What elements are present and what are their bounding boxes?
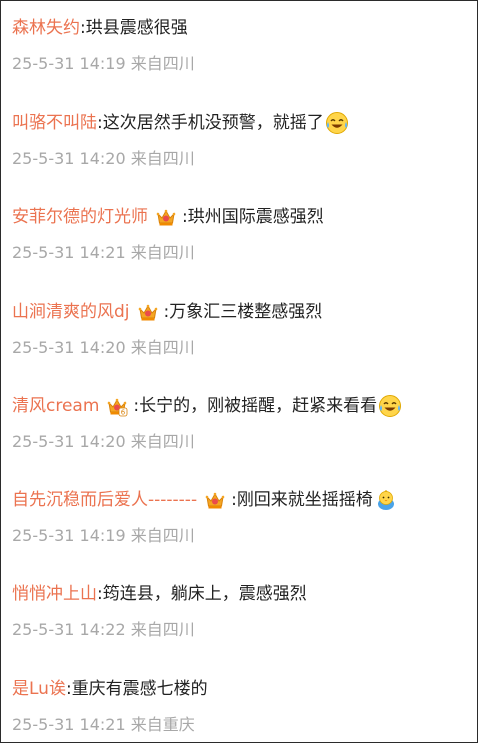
comment-time: 25-5-31 14:20 <box>12 338 126 357</box>
comment-time: 25-5-31 14:21 <box>12 243 126 262</box>
comment-text: 这次居然手机没预警，就摇了 <box>102 113 324 133</box>
comment-time: 25-5-31 14:20 <box>12 149 126 168</box>
comment-time: 25-5-31 14:19 <box>12 526 126 545</box>
comment-item: 是Lu诶: 重庆有震感七楼的 25-5-31 14:21 来自重庆 <box>12 676 471 742</box>
comment-time: 25-5-31 14:21 <box>12 715 126 734</box>
comment-username[interactable]: 悄悄冲上山 <box>12 581 97 607</box>
comment-text: 珙县震感很强 <box>85 18 188 38</box>
comment-username[interactable]: 叫骆不叫陆 <box>12 110 97 136</box>
comment-location: 来自四川 <box>130 149 195 168</box>
crown-badge-icon[interactable]: 6 <box>106 395 128 417</box>
comment-item: 安菲尔德的灯光师 : 珙州国际震感强烈 25-5-31 14:21 来自四川 <box>12 204 471 274</box>
crown-badge-icon[interactable] <box>204 489 226 511</box>
comment-text: 筠连县，躺床上，震感强烈 <box>102 584 307 604</box>
comment-location: 来自四川 <box>130 54 195 73</box>
comment-time: 25-5-31 14:20 <box>12 432 126 451</box>
comment-location: 来自四川 <box>130 526 195 545</box>
comment-text: 长宁的，刚被摇醒，赶紧来看看 <box>139 396 378 416</box>
laugh-cry-icon <box>378 394 402 418</box>
comment-item: 清风cream 6 : 长宁的，刚被摇醒，赶紧来看看 25-5-31 14:20 … <box>12 393 471 463</box>
badge-level: 6 <box>121 409 126 417</box>
comment-list: 森林失约: 珙县震感很强 25-5-31 14:19 来自四川 叫骆不叫陆: 这次居… <box>0 0 478 743</box>
comment-username[interactable]: 安菲尔德的灯光师 <box>12 204 148 230</box>
comment-time: 25-5-31 14:22 <box>12 620 126 639</box>
comment-item: 山涧清爽的风dj : 万象汇三楼整感强烈 25-5-31 14:20 来自四川 <box>12 299 471 369</box>
comment-location: 来自四川 <box>130 620 195 639</box>
comment-text: 珙州国际震感强烈 <box>187 207 324 227</box>
comment-text: 万象汇三楼整感强烈 <box>169 302 323 322</box>
comment-username[interactable]: 森林失约 <box>12 15 80 41</box>
comment-username[interactable]: 自先沉稳而后爱人-------- <box>12 487 197 513</box>
crown-badge-icon[interactable] <box>155 206 177 228</box>
laugh-cry-icon <box>325 111 349 135</box>
comment-username[interactable]: 山涧清爽的风dj <box>12 299 130 325</box>
comment-text: 刚回来就坐摇摇椅 <box>236 490 373 510</box>
comment-location: 来自四川 <box>130 432 195 451</box>
comment-item: 自先沉稳而后爱人-------- : 刚回来就坐摇摇椅 25-5-31 14:19… <box>12 487 471 557</box>
comment-time: 25-5-31 14:19 <box>12 54 126 73</box>
comment-username[interactable]: 清风cream <box>12 393 99 419</box>
comment-item: 森林失约: 珙县震感很强 25-5-31 14:19 来自四川 <box>12 15 471 85</box>
crown-badge-icon[interactable] <box>137 301 159 323</box>
comment-item: 悄悄冲上山: 筠连县，躺床上，震感强烈 25-5-31 14:22 来自四川 <box>12 581 471 651</box>
comment-location: 来自四川 <box>130 338 195 357</box>
comment-location: 来自重庆 <box>130 715 195 734</box>
comment-text: 重庆有震感七楼的 <box>71 679 208 699</box>
baby-chick-icon <box>374 488 398 512</box>
comment-username[interactable]: 是Lu诶 <box>12 676 66 702</box>
comment-item: 叫骆不叫陆: 这次居然手机没预警，就摇了 25-5-31 14:20 来自四川 <box>12 110 471 180</box>
comment-location: 来自四川 <box>130 243 195 262</box>
